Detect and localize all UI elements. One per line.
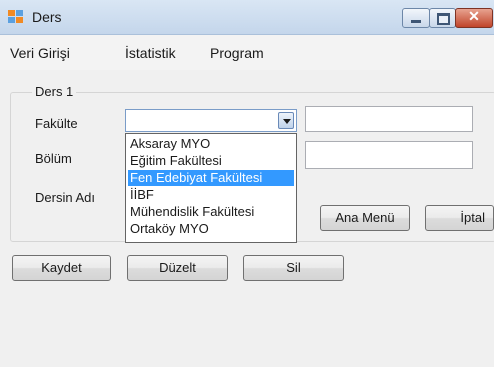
kaydet-button[interactable]: Kaydet — [12, 255, 111, 281]
form-app-icon — [8, 10, 24, 24]
option-aksaray-myo[interactable]: Aksaray MYO — [128, 136, 294, 152]
menu-bar: Veri Girişi İstatistik Program — [0, 35, 494, 70]
fakulte-label: Fakülte — [35, 116, 78, 131]
bolum-label: Bölüm — [35, 151, 72, 166]
maximize-button[interactable] — [429, 8, 456, 28]
option-muhendislik-fakultesi[interactable]: Mühendislik Fakültesi — [128, 204, 294, 220]
menu-istatistik[interactable]: İstatistik — [125, 45, 176, 61]
window-title: Ders — [32, 9, 62, 25]
app-window: Ders ✕ Veri Girişi İstatistik Program De… — [0, 0, 494, 367]
close-button[interactable]: ✕ — [455, 8, 493, 28]
option-fen-edebiyat-fakultesi[interactable]: Fen Edebiyat Fakültesi — [128, 170, 294, 186]
fakulte-dropdown-list: Aksaray MYO Eğitim Fakültesi Fen Edebiya… — [125, 133, 297, 243]
option-iibf[interactable]: İİBF — [128, 187, 294, 203]
option-egitim-fakultesi[interactable]: Eğitim Fakültesi — [128, 153, 294, 169]
iptal-button[interactable]: İptal — [425, 205, 494, 231]
fakulte-code-field[interactable] — [305, 106, 473, 132]
menu-program[interactable]: Program — [210, 45, 264, 61]
bolum-code-field[interactable] — [305, 141, 473, 169]
option-ortakoy-myo[interactable]: Ortaköy MYO — [128, 221, 294, 237]
maximize-icon — [437, 13, 450, 25]
minimize-icon — [411, 20, 421, 23]
minimize-button[interactable] — [402, 8, 430, 28]
menu-veri-girisi[interactable]: Veri Girişi — [10, 45, 70, 61]
close-icon: ✕ — [468, 8, 480, 24]
ana-menu-button[interactable]: Ana Menü — [320, 205, 410, 231]
fakulte-combobox[interactable] — [125, 109, 297, 132]
title-bar[interactable]: Ders ✕ — [0, 0, 494, 35]
sil-button[interactable]: Sil — [243, 255, 344, 281]
groupbox-title: Ders 1 — [32, 84, 77, 99]
dersin-adi-label: Dersin Adı — [35, 190, 95, 205]
duzelt-button[interactable]: Düzelt — [127, 255, 228, 281]
chevron-down-icon[interactable] — [278, 112, 294, 129]
